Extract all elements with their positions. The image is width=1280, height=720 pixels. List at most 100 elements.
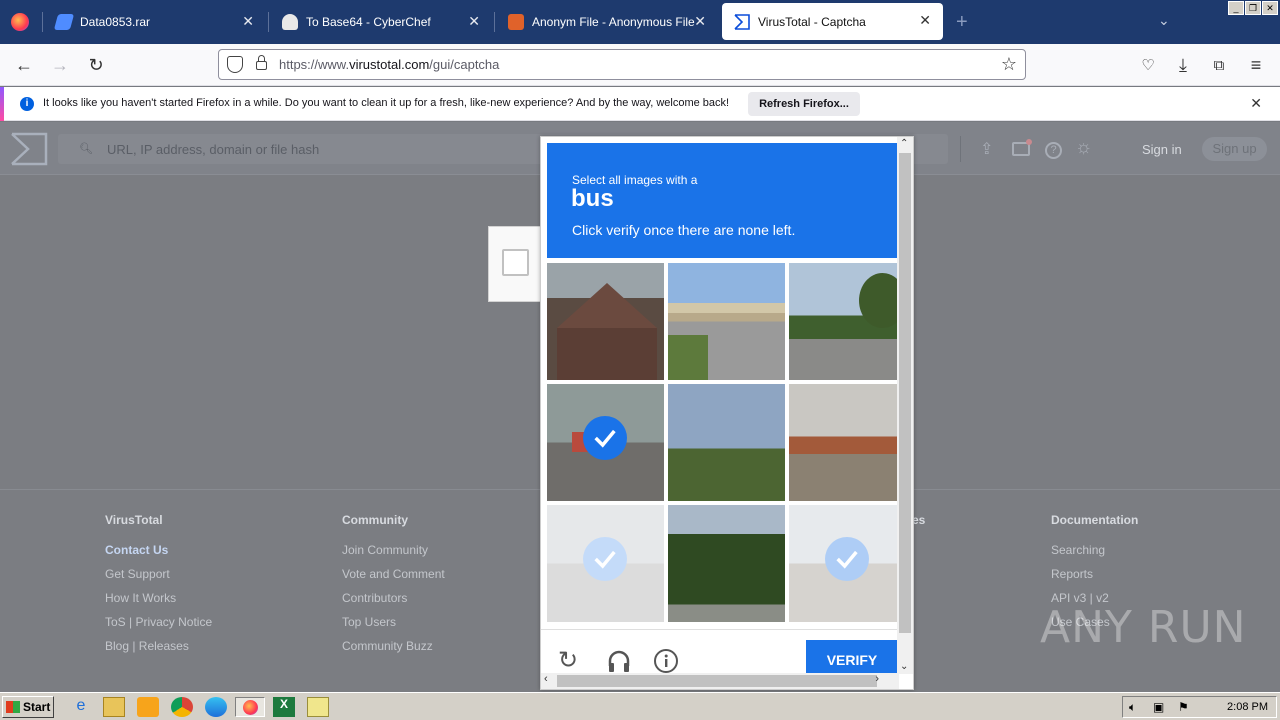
downloads-icon[interactable]: ⤓ (1170, 52, 1196, 78)
recaptcha-checkbox[interactable] (502, 249, 529, 276)
captcha-tile[interactable] (547, 505, 664, 622)
firefox-menu-icon[interactable] (11, 13, 29, 31)
footer-link[interactable]: Contributors (342, 591, 445, 607)
lock-icon[interactable] (256, 61, 267, 70)
extensions-icon[interactable]: ⧉ (1206, 52, 1232, 78)
windows-logo-icon (6, 701, 20, 713)
virustotal-icon (734, 13, 750, 30)
close-icon[interactable]: ✕ (468, 13, 480, 30)
footer-link[interactable]: Blog | Releases (105, 639, 212, 655)
captcha-tile[interactable] (668, 384, 785, 501)
footer-link[interactable]: ToS | Privacy Notice (105, 615, 212, 631)
scroll-thumb[interactable] (899, 153, 911, 633)
scroll-thumb[interactable] (557, 675, 877, 687)
scroll-right-arrow[interactable]: › (875, 673, 879, 685)
new-tab-icon[interactable]: + (956, 11, 968, 34)
excel-icon[interactable]: X (273, 697, 295, 717)
footer-col-partial: es (912, 513, 925, 543)
refresh-firefox-button[interactable]: Refresh Firefox... (748, 92, 860, 116)
media-player-icon[interactable] (137, 697, 159, 717)
captcha-tile[interactable] (789, 505, 906, 622)
captcha-tile[interactable] (547, 263, 664, 380)
captcha-tile[interactable] (547, 384, 664, 501)
upload-icon[interactable]: ⇪ (980, 139, 993, 159)
tab-data0853[interactable]: Data0853.rar ✕ (44, 0, 266, 44)
reload-challenge-icon[interactable]: ↻ (558, 648, 584, 674)
scroll-down-arrow[interactable]: ⌄ (900, 661, 908, 672)
captcha-tile[interactable] (789, 263, 906, 380)
clock: 2:08 PM (1227, 701, 1268, 713)
close-icon[interactable]: ✕ (242, 13, 254, 30)
virustotal-logo-icon[interactable] (10, 132, 48, 166)
footer-link[interactable]: Searching (1051, 543, 1138, 559)
captcha-tile[interactable] (668, 505, 785, 622)
info-circle-icon[interactable] (653, 648, 679, 674)
close-icon[interactable]: ✕ (694, 13, 706, 30)
close-notification-icon[interactable]: ✕ (1250, 95, 1262, 112)
notification-dot (1026, 139, 1032, 145)
bookmark-star-icon[interactable]: ☆ (1001, 54, 1017, 75)
edge-icon[interactable] (205, 697, 227, 717)
chrome-icon[interactable] (171, 697, 193, 717)
window-controls: _ ❐ ✕ (1228, 1, 1278, 15)
ie-icon[interactable]: e (70, 697, 92, 717)
back-icon[interactable]: ← (11, 52, 37, 78)
captcha-hint: Click verify once there are none left. (572, 222, 796, 238)
explorer-icon[interactable] (103, 697, 125, 717)
url-text: https://www.virustotal.com/gui/captcha (279, 57, 500, 72)
reload-icon[interactable]: ↻ (83, 52, 109, 78)
start-button[interactable]: Start (2, 696, 54, 718)
shield-icon[interactable] (227, 56, 243, 73)
list-all-tabs-icon[interactable]: ⌄ (1158, 12, 1170, 29)
captcha-footer: ↻ VERIFY (541, 629, 898, 680)
footer-link[interactable]: Reports (1051, 567, 1138, 583)
scroll-up-arrow[interactable]: ⌃ (900, 138, 908, 149)
scroll-left-arrow[interactable]: ‹ (544, 673, 548, 685)
vertical-scrollbar[interactable]: ⌃ ⌄ (897, 137, 913, 674)
footer-link[interactable]: How It Works (105, 591, 212, 607)
sign-up-button[interactable]: Sign up (1202, 137, 1267, 161)
footer-link[interactable]: Top Users (342, 615, 445, 631)
recaptcha-checkbox-card (488, 226, 542, 302)
footer-link[interactable]: Vote and Comment (342, 567, 445, 583)
system-tray: 🔈︎ ▣ ⚑ 2:08 PM (1122, 696, 1277, 718)
notepad-icon[interactable] (307, 697, 329, 717)
minimize-button[interactable]: _ (1228, 1, 1244, 15)
sign-in-link[interactable]: Sign in (1142, 142, 1182, 157)
tab-title: Data0853.rar (80, 15, 151, 29)
captcha-tile[interactable] (668, 263, 785, 380)
close-icon[interactable]: ✕ (919, 12, 931, 29)
footer-link[interactable]: Community Buzz (342, 639, 445, 655)
captcha-challenge: Select all images with a bus Click verif… (540, 136, 914, 690)
help-icon[interactable]: ? (1045, 142, 1062, 159)
anonymfile-icon (508, 14, 524, 30)
network-icon[interactable]: ▣ (1153, 700, 1164, 714)
footer-heading: Community (342, 513, 408, 527)
url-bar[interactable]: https://www.virustotal.com/gui/captcha ☆ (218, 49, 1026, 80)
captcha-header: Select all images with a bus Click verif… (547, 143, 898, 258)
tab-cyberchef[interactable]: To Base64 - CyberChef ✕ (270, 0, 492, 44)
footer-link[interactable]: Join Community (342, 543, 445, 559)
selected-checkmark-icon (583, 416, 627, 460)
horizontal-scrollbar[interactable]: ‹ › (541, 673, 899, 689)
footer-heading: Documentation (1051, 513, 1139, 527)
firefox-taskbar-icon[interactable] (235, 697, 265, 717)
tab-anonym-file[interactable]: Anonym File - Anonymous File Uplo ✕ (496, 0, 718, 44)
captcha-tile[interactable] (789, 384, 906, 501)
menu-icon[interactable]: ≡ (1243, 52, 1269, 78)
audio-challenge-icon[interactable] (606, 648, 632, 674)
tab-virustotal[interactable]: VirusTotal - Captcha ✕ (722, 3, 943, 40)
info-icon: i (20, 97, 34, 111)
forward-icon[interactable]: → (47, 52, 73, 78)
pocket-icon[interactable]: ♡ (1135, 52, 1161, 78)
search-input[interactable]: URL, IP address, domain or file hash (107, 142, 319, 157)
close-window-button[interactable]: ✕ (1262, 1, 1278, 15)
footer-link[interactable]: Contact Us (105, 543, 212, 559)
lock-shackle (258, 55, 265, 62)
notification-accent (0, 87, 4, 121)
footer-link[interactable]: Get Support (105, 567, 212, 583)
flag-icon[interactable]: ⚑ (1178, 700, 1189, 714)
theme-sun-icon[interactable]: ☼ (1075, 137, 1092, 159)
volume-icon[interactable]: 🔈︎ (1129, 700, 1136, 715)
restore-button[interactable]: ❐ (1245, 1, 1261, 15)
